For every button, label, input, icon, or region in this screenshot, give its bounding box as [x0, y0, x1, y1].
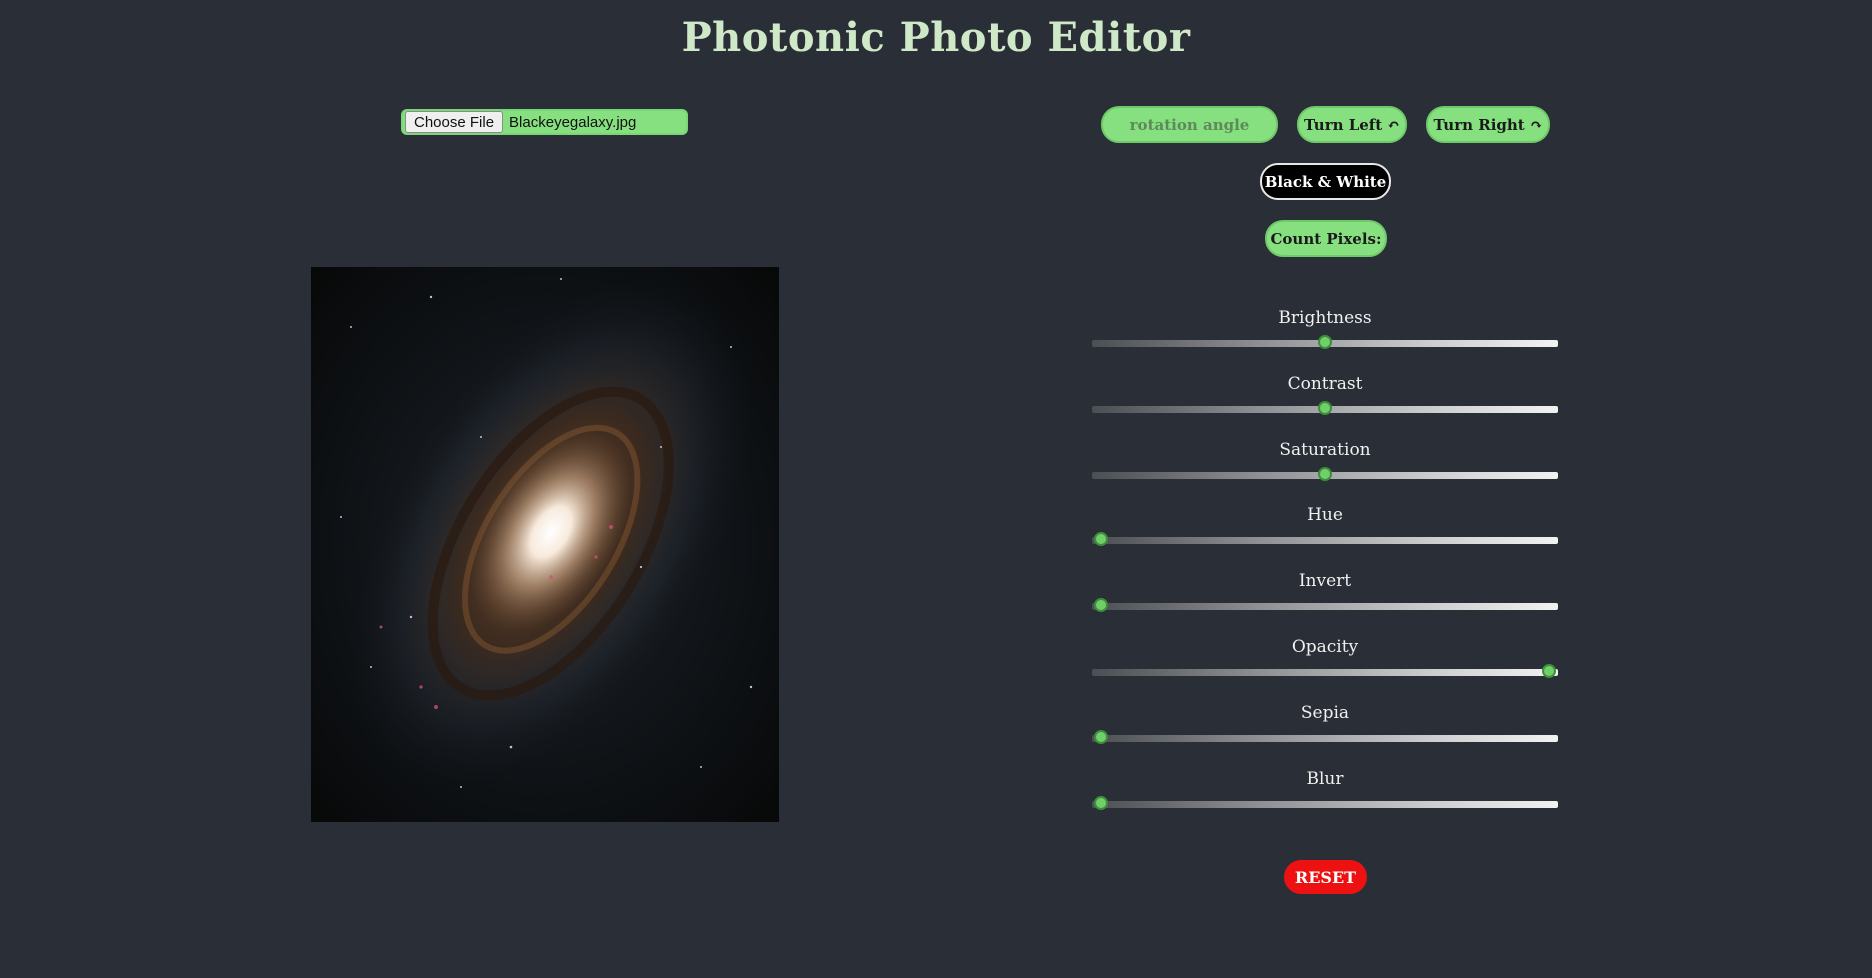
- slider-label-sepia: Sepia: [1300, 703, 1350, 723]
- turn-left-button[interactable]: Turn Left ↶: [1297, 106, 1407, 143]
- slider-contrast[interactable]: [1092, 401, 1558, 415]
- slider-invert[interactable]: [1092, 598, 1558, 612]
- slider-sepia[interactable]: [1092, 730, 1558, 744]
- slider-thumb-brightness[interactable]: [1318, 335, 1332, 349]
- slider-hue[interactable]: [1092, 532, 1558, 546]
- choose-file-button[interactable]: Choose File: [405, 111, 504, 133]
- slider-label-brightness: Brightness: [1278, 308, 1372, 328]
- slider-thumb-blur[interactable]: [1094, 796, 1108, 810]
- file-input[interactable]: Choose File Blackeyegalaxy.jpg: [401, 109, 688, 135]
- slider-thumb-hue[interactable]: [1094, 532, 1108, 546]
- slider-opacity[interactable]: [1092, 664, 1558, 678]
- slider-thumb-contrast[interactable]: [1318, 401, 1332, 415]
- turn-right-button[interactable]: Turn Right ↷: [1426, 106, 1550, 143]
- galaxy-photo: [311, 267, 779, 822]
- page-title: Photonic Photo Editor: [681, 14, 1191, 61]
- slider-label-opacity: Opacity: [1291, 637, 1359, 657]
- slider-label-hue: Hue: [1307, 505, 1343, 525]
- count-pixels-button[interactable]: Count Pixels:: [1265, 220, 1387, 257]
- selected-file-name: Blackeyegalaxy.jpg: [509, 113, 637, 131]
- slider-label-blur: Blur: [1306, 769, 1344, 789]
- slider-label-saturation: Saturation: [1279, 440, 1371, 460]
- slider-brightness[interactable]: [1092, 335, 1558, 349]
- black-white-button[interactable]: Black & White: [1260, 163, 1391, 200]
- slider-blur[interactable]: [1092, 796, 1558, 810]
- slider-thumb-invert[interactable]: [1094, 598, 1108, 612]
- reset-button[interactable]: RESET: [1284, 860, 1367, 894]
- slider-thumb-saturation[interactable]: [1318, 467, 1332, 481]
- slider-label-contrast: Contrast: [1287, 374, 1363, 394]
- slider-thumb-opacity[interactable]: [1542, 664, 1556, 678]
- slider-thumb-sepia[interactable]: [1094, 730, 1108, 744]
- rotation-angle-input[interactable]: [1101, 106, 1278, 143]
- slider-saturation[interactable]: [1092, 467, 1558, 481]
- slider-label-invert: Invert: [1298, 571, 1352, 591]
